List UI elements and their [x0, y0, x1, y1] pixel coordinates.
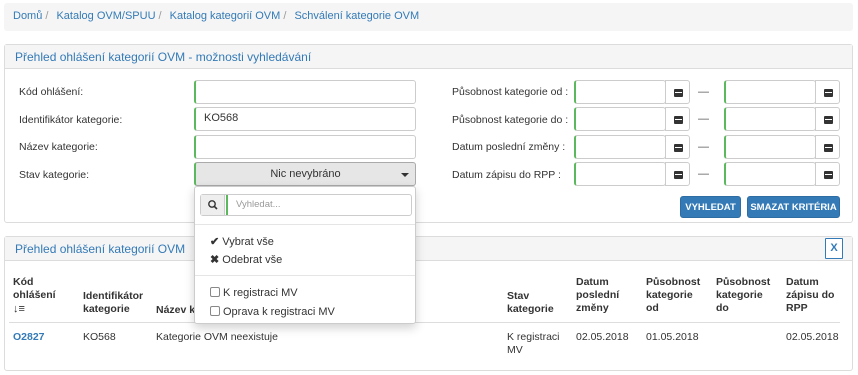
calendar-button[interactable] — [665, 162, 690, 186]
datum-zapisu-from-input[interactable] — [574, 162, 666, 186]
breadcrumb-schvaleni[interactable]: Schválení kategorie OVM — [294, 10, 419, 22]
stav-dropdown-menu: Vyhledat... ✔ Vybrat vše ✖ Odebrat vše K… — [194, 186, 416, 324]
column-header-nazev[interactable]: Název kategorie — [156, 304, 196, 317]
column-header-pusobnost-od[interactable]: Působnost kategorie od — [646, 276, 706, 315]
range-separator: — — [698, 141, 709, 153]
datum-zmeny-to-input[interactable] — [724, 135, 816, 159]
row-stav: K registraci MV — [507, 331, 560, 356]
clear-criteria-button[interactable]: SMAZAT KRITÉRIA — [747, 196, 840, 218]
close-icon: ✖ — [210, 254, 220, 266]
column-header-stav[interactable]: Stav kategorie — [507, 290, 557, 316]
pusobnost-do-label: Působnost kategorie do : — [452, 114, 569, 126]
stav-select[interactable]: Nic nevybráno — [194, 162, 416, 186]
nazev-input[interactable] — [194, 135, 416, 159]
pusobnost-od-to-input[interactable] — [724, 80, 816, 104]
breadcrumb-katalog-ovm[interactable]: Katalog OVM/SPUU — [56, 10, 155, 22]
pusobnost-od-label: Působnost kategorie od : — [452, 86, 569, 98]
datum-zmeny-from-input[interactable] — [574, 135, 666, 159]
sort-desc-icon[interactable]: ↓≡ — [13, 303, 63, 316]
stav-select-value: Nic nevybráno — [270, 168, 341, 180]
chevron-down-icon — [401, 173, 409, 177]
calendar-icon — [824, 144, 833, 152]
column-header-kod[interactable]: Kód ohlášení ↓≡ — [13, 276, 63, 316]
divider — [195, 224, 415, 225]
calendar-button[interactable] — [815, 107, 840, 131]
calendar-icon — [674, 116, 683, 124]
ident-input[interactable]: KO568 — [194, 107, 416, 131]
dropdown-search[interactable]: Vyhledat... — [200, 194, 412, 216]
results-panel-title: Přehled ohlášení kategorií OVM — [5, 237, 852, 261]
row-pusobnost-od: 01.05.2018 — [646, 331, 699, 343]
select-all-item[interactable]: ✔ Vybrat vše — [210, 235, 274, 248]
calendar-button[interactable] — [815, 80, 840, 104]
option-oprava-k-registraci[interactable]: Oprava k registraci MV — [210, 306, 335, 318]
column-header-ident[interactable]: Identifikátor kategorie — [83, 290, 153, 316]
option-k-registraci[interactable]: K registraci MV — [210, 287, 298, 299]
calendar-button[interactable] — [815, 135, 840, 159]
calendar-button[interactable] — [815, 162, 840, 186]
calendar-icon — [824, 171, 833, 179]
deselect-all-item[interactable]: ✖ Odebrat vše — [210, 253, 282, 266]
calendar-icon — [824, 116, 833, 124]
checkbox[interactable] — [210, 287, 220, 297]
excel-export-icon[interactable]: X — [825, 238, 843, 259]
pusobnost-od-from-input[interactable] — [574, 80, 666, 104]
calendar-icon — [674, 144, 683, 152]
calendar-button[interactable] — [665, 80, 690, 104]
checkbox[interactable] — [210, 306, 220, 316]
calendar-button[interactable] — [665, 107, 690, 131]
calendar-icon — [674, 89, 683, 97]
search-icon — [201, 195, 225, 215]
row-ident: KO568 — [83, 331, 116, 343]
row-kod-link[interactable]: O2827 — [13, 331, 45, 343]
header-divider — [9, 322, 840, 323]
nazev-label: Název kategorie: — [19, 141, 98, 153]
range-separator: — — [698, 86, 709, 98]
pusobnost-do-from-input[interactable] — [574, 107, 666, 131]
datum-zmeny-label: Datum poslední změny : — [452, 141, 566, 153]
dropdown-search-input[interactable]: Vyhledat... — [226, 195, 411, 215]
check-icon: ✔ — [210, 236, 220, 248]
column-header-datum-zmeny[interactable]: Datum poslední změny — [576, 276, 626, 315]
row-datum-zapisu: 02.05.2018 — [786, 331, 839, 343]
range-separator: — — [698, 168, 709, 180]
ident-label: Identifikátor kategorie: — [19, 114, 123, 126]
search-panel-title: Přehled ohlášení kategorií OVM - možnost… — [5, 45, 852, 69]
range-separator: — — [698, 113, 709, 125]
column-header-pusobnost-do[interactable]: Působnost kategorie do — [716, 276, 776, 315]
search-button[interactable]: VYHLEDAT — [680, 196, 741, 218]
breadcrumb-home[interactable]: Domů — [13, 10, 42, 22]
pusobnost-do-to-input[interactable] — [724, 107, 816, 131]
divider — [195, 275, 415, 276]
row-nazev: Kategorie OVM neexistuje — [156, 331, 278, 343]
breadcrumb: Domů / Katalog OVM/SPUU / Katalog kategori… — [4, 3, 853, 31]
calendar-icon — [674, 171, 683, 179]
calendar-button[interactable] — [665, 135, 690, 159]
datum-zapisu-label: Datum zápisu do RPP : — [452, 169, 561, 181]
kod-input[interactable] — [194, 80, 416, 104]
calendar-icon — [824, 89, 833, 97]
breadcrumb-katalog-kategorii[interactable]: Katalog kategorií OVM — [170, 10, 281, 22]
stav-label: Stav kategorie: — [19, 169, 90, 181]
datum-zapisu-to-input[interactable] — [724, 162, 816, 186]
row-datum-zmeny: 02.05.2018 — [576, 331, 629, 343]
kod-label: Kód ohlášení: — [19, 86, 84, 98]
column-header-datum-zapisu[interactable]: Datum zápisu do RPP — [786, 276, 841, 315]
